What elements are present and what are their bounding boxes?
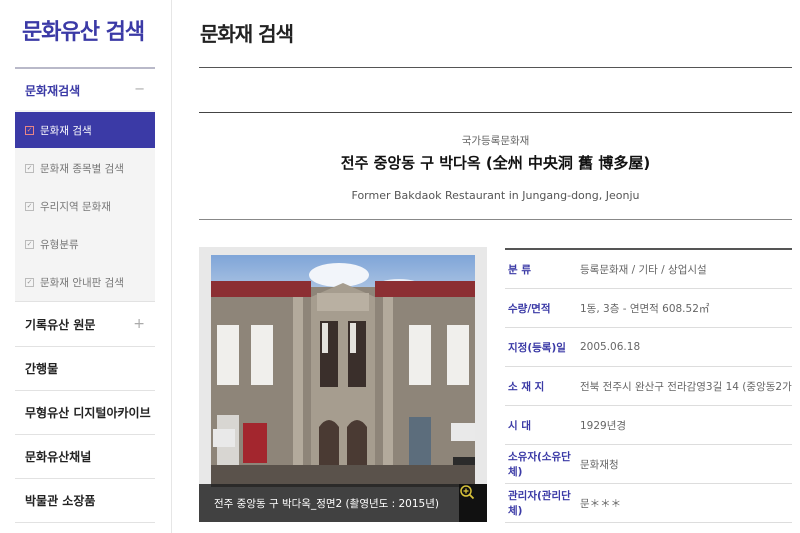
sidebar-section-label: 문화재검색 xyxy=(25,83,81,98)
sidebar-section-label: 문화유산채널 xyxy=(25,450,92,464)
sidebar-item-heritage-search[interactable]: ✓ 문화재 검색 xyxy=(15,112,155,148)
info-row-owner: 소유자(소유단체) 문화재청 xyxy=(505,445,792,484)
sidebar-item-label: 유형분류 xyxy=(40,238,79,251)
info-key: 소 재 지 xyxy=(508,380,545,393)
info-key: 지정(등록)일 xyxy=(508,341,566,354)
info-value: 1동, 3층 - 연면적 608.52㎡ xyxy=(580,302,710,315)
sidebar-item-label: 문화재 검색 xyxy=(40,124,92,137)
sidebar-item-label: 문화재 안내판 검색 xyxy=(40,276,124,289)
heritage-name-korean: 전주 중앙동 구 박다옥 (全州 中央洞 舊 博多屋) xyxy=(340,154,651,172)
info-value: 전북 전주시 완산구 전라감영3길 14 (중앙동2가) xyxy=(580,380,792,393)
title-divider xyxy=(199,67,792,68)
sidebar-section-label: 기록유산 원문 xyxy=(25,318,96,332)
info-row-manager: 관리자(관리단체) 문＊＊＊ xyxy=(505,484,792,523)
info-row-designation-date: 지정(등록)일 2005.06.18 xyxy=(505,328,792,367)
sidebar-section-label: 무형유산 디지털아카이브 xyxy=(25,406,151,420)
sidebar-section-label: 박물관 소장품 xyxy=(25,494,96,508)
heritage-info-table: 분 류 등록문화재 / 기타 / 상업시설 수량/면적 1동, 3층 - 연면적… xyxy=(505,248,792,523)
page-title: 문화재 검색 xyxy=(200,22,294,46)
sidebar-item-label: 우리지역 문화재 xyxy=(40,200,111,213)
sidebar-section-heritage-search[interactable]: 문화재검색 − xyxy=(15,70,155,110)
info-key: 분 류 xyxy=(508,263,531,276)
sidebar-item-by-type[interactable]: ✓ 문화재 종목별 검색 xyxy=(15,150,155,186)
checkbox-icon: ✓ xyxy=(25,125,34,135)
heritage-category: 국가등록문화재 xyxy=(461,135,530,147)
info-row-era: 시 대 1929년경 xyxy=(505,406,792,445)
sidebar-item-label: 문화재 종목별 검색 xyxy=(40,162,124,175)
sidebar-section-label: 간행물 xyxy=(25,362,59,376)
info-key: 시 대 xyxy=(508,419,531,432)
info-value: 문＊＊＊ xyxy=(580,497,622,510)
sidebar-item-signboard-search[interactable]: ✓ 문화재 안내판 검색 xyxy=(15,264,155,300)
sidebar-item-classification[interactable]: ✓ 유형분류 xyxy=(15,226,155,262)
sidebar-item-local-heritage[interactable]: ✓ 우리지역 문화재 xyxy=(15,188,155,224)
sidebar-divider xyxy=(15,67,155,69)
sidebar-section-intangible-archive[interactable]: 무형유산 디지털아카이브 xyxy=(15,391,155,435)
sidebar: 문화유산 검색 문화재검색 − ✓ 문화재 검색 ✓ 문화재 종목별 검색 ✓ … xyxy=(0,0,172,533)
info-row-classification: 분 류 등록문화재 / 기타 / 상업시설 xyxy=(505,250,792,289)
sidebar-section-museum-collection[interactable]: 박물관 소장품 xyxy=(15,479,155,523)
info-value: 2005.06.18 xyxy=(580,341,641,353)
building-photo-illustration xyxy=(199,247,487,522)
collapse-icon[interactable]: − xyxy=(134,82,145,97)
header-bottom-divider xyxy=(199,219,792,220)
checkbox-icon: ✓ xyxy=(25,277,34,287)
info-value: 등록문화재 / 기타 / 상업시설 xyxy=(580,263,707,276)
checkbox-icon: ✓ xyxy=(25,239,34,249)
photo-caption-bar: 전주 중앙동 구 박다옥_정면2 (촬영년도 : 2015년) xyxy=(199,484,487,522)
sidebar-submenu: ✓ 문화재 검색 ✓ 문화재 종목별 검색 ✓ 우리지역 문화재 ✓ 유형분류 … xyxy=(15,110,155,302)
expand-icon[interactable]: + xyxy=(133,316,145,332)
info-row-quantity: 수량/면적 1동, 3층 - 연면적 608.52㎡ xyxy=(505,289,792,328)
info-key: 수량/면적 xyxy=(508,302,551,315)
zoom-in-icon xyxy=(460,485,475,500)
zoom-button[interactable] xyxy=(459,484,487,522)
info-value: 1929년경 xyxy=(580,419,627,432)
info-key: 관리자(관리단체) xyxy=(508,490,571,517)
info-key: 소유자(소유단체) xyxy=(508,451,571,478)
heritage-name-english: Former Bakdaok Restaurant in Jungang-don… xyxy=(351,189,640,202)
sidebar-section-heritage-channel[interactable]: 문화유산채널 xyxy=(15,435,155,479)
sidebar-title: 문화유산 검색 xyxy=(22,20,145,45)
checkbox-icon: ✓ xyxy=(25,163,34,173)
sidebar-section-records[interactable]: 기록유산 원문 + xyxy=(15,303,155,347)
photo-caption: 전주 중앙동 구 박다옥_정면2 (촬영년도 : 2015년) xyxy=(214,498,439,510)
info-row-location: 소 재 지 전북 전주시 완산구 전라감영3길 14 (중앙동2가) xyxy=(505,367,792,406)
header-divider xyxy=(199,112,792,113)
heritage-photo[interactable]: 전주 중앙동 구 박다옥_정면2 (촬영년도 : 2015년) xyxy=(199,247,487,522)
info-value: 문화재청 xyxy=(580,458,619,471)
sidebar-section-publications[interactable]: 간행물 xyxy=(15,347,155,391)
checkbox-icon: ✓ xyxy=(25,201,34,211)
